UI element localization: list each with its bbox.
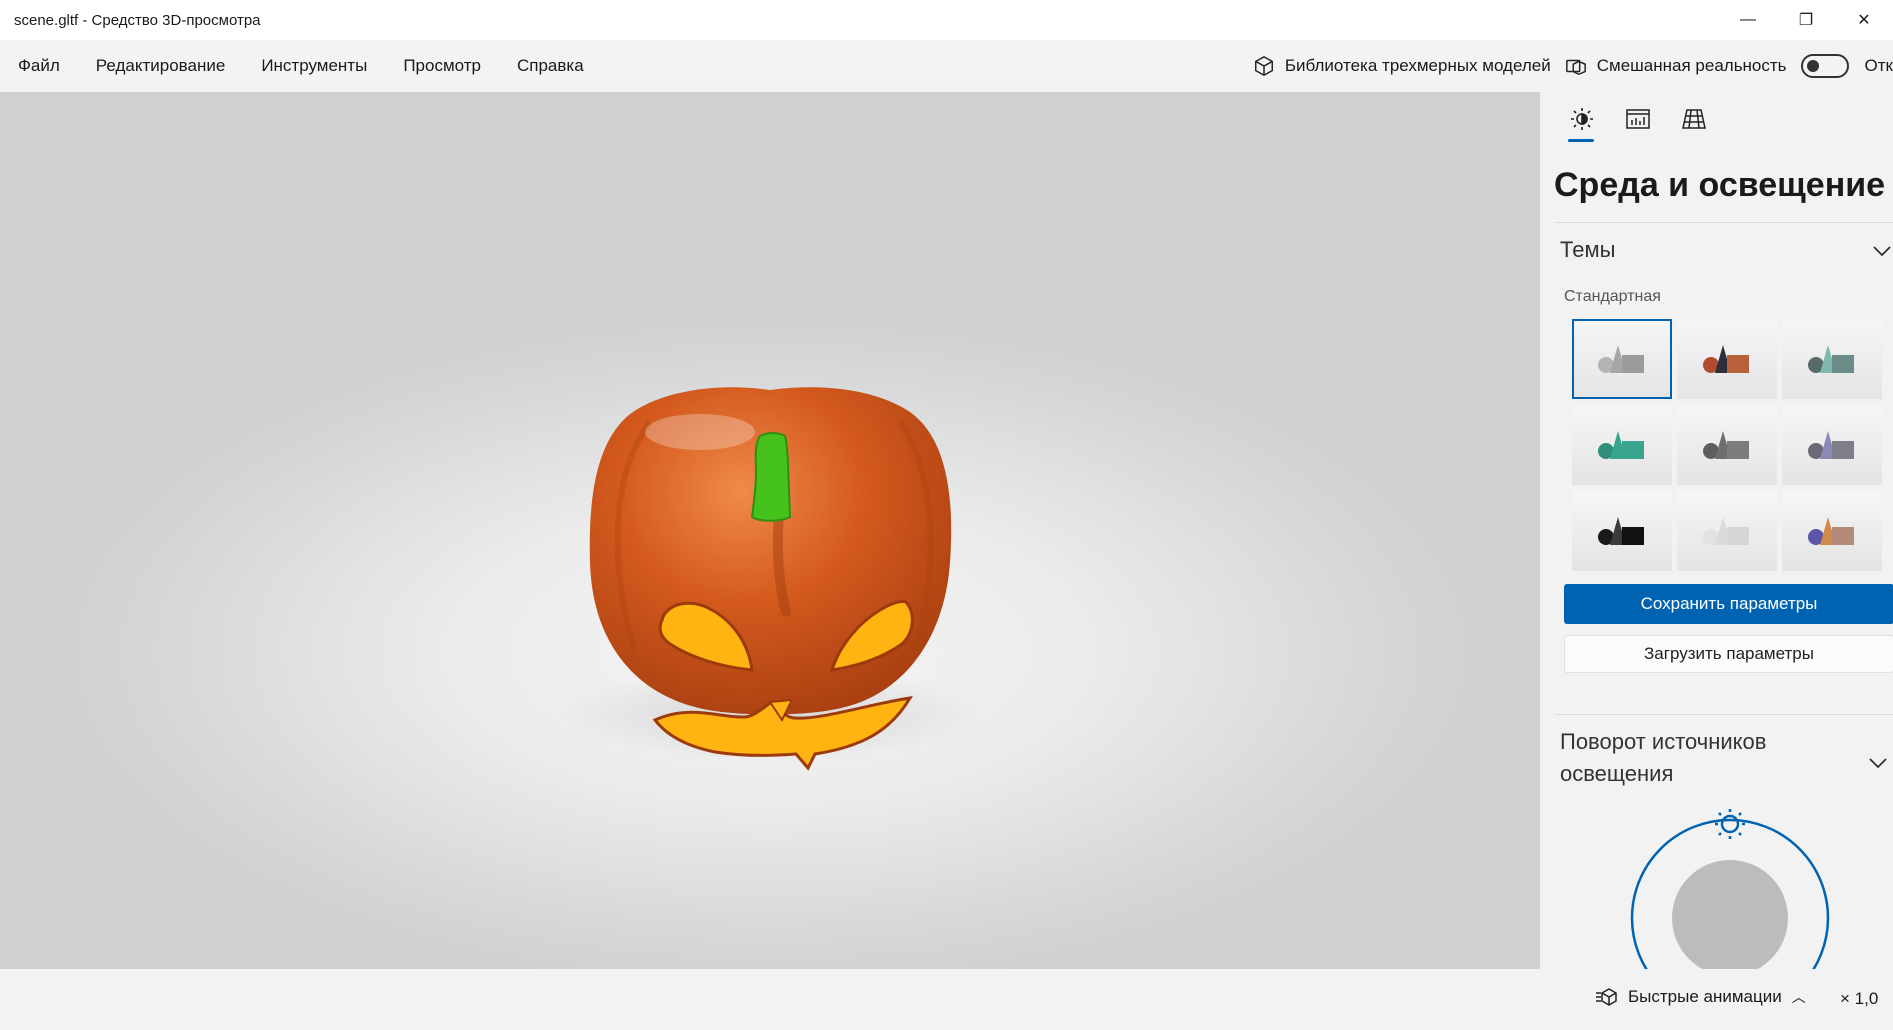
- 3d-viewport[interactable]: [0, 92, 1540, 969]
- menu-help[interactable]: Справка: [499, 56, 602, 76]
- window-controls: — ❐ ✕: [1719, 0, 1893, 40]
- minimize-button[interactable]: —: [1719, 0, 1777, 40]
- grid-icon: [1682, 109, 1706, 129]
- mixed-reality-toggle[interactable]: [1800, 54, 1849, 78]
- chevron-down-icon[interactable]: [1868, 756, 1888, 770]
- menu-tools[interactable]: Инструменты: [243, 56, 385, 76]
- divider: [1554, 222, 1893, 223]
- theme-green[interactable]: [1572, 405, 1672, 485]
- save-settings-button[interactable]: Сохранить параметры: [1564, 584, 1893, 624]
- themes-section-title: Темы: [1560, 237, 1616, 262]
- theme-preview-icon: [1703, 345, 1749, 373]
- restore-button[interactable]: ❐: [1777, 0, 1835, 40]
- theme-gray[interactable]: [1677, 405, 1777, 485]
- themes-section-header[interactable]: Темы: [1560, 234, 1891, 266]
- pumpkin-stem: [750, 432, 792, 522]
- mixed-reality-button[interactable]: Смешанная реальность: [1565, 55, 1787, 77]
- theme-preview-icon: [1598, 431, 1644, 459]
- menu-file[interactable]: Файл: [0, 56, 78, 76]
- divider: [1554, 714, 1893, 715]
- theme-sunset[interactable]: [1782, 491, 1882, 571]
- quick-animations-label: Быстрые анимации: [1628, 987, 1782, 1006]
- status-bar: Быстрые анимации ︿ × 1,0: [0, 969, 1893, 1030]
- 3d-library-button[interactable]: Библиотека трехмерных моделей: [1253, 55, 1551, 77]
- light-rotation-dial[interactable]: [1620, 806, 1840, 969]
- playback-speed[interactable]: × 1,0: [1840, 989, 1878, 1009]
- theme-preview-icon: [1808, 517, 1854, 545]
- theme-light[interactable]: [1677, 491, 1777, 571]
- lighting-icon: [1571, 108, 1593, 130]
- pumpkin-highlight: [645, 414, 755, 450]
- sun-handle-icon[interactable]: [1715, 809, 1745, 839]
- load-settings-button[interactable]: Загрузить параметры: [1564, 635, 1893, 673]
- theme-black[interactable]: [1572, 491, 1672, 571]
- theme-standard[interactable]: [1572, 319, 1672, 399]
- toggle-state-label: Отк: [1864, 56, 1893, 75]
- theme-dark-copper[interactable]: [1677, 319, 1777, 399]
- environment-panel: Среда и освещение Темы Стандартная Сохра…: [1540, 92, 1893, 969]
- tab-lighting[interactable]: [1554, 106, 1610, 146]
- stats-icon: [1626, 109, 1650, 129]
- light-rotation-section-title: Поворот источников освещения: [1560, 729, 1767, 786]
- window-title: scene.gltf - Средство 3D-просмотра: [14, 11, 261, 29]
- menu-bar: Файл Редактирование Инструменты Просмотр…: [0, 40, 1893, 92]
- chevron-down-icon: [1873, 246, 1891, 257]
- chevron-up-icon: ︿: [1791, 989, 1806, 1005]
- themes-sublabel: Стандартная: [1564, 288, 1661, 305]
- title-bar: scene.gltf - Средство 3D-просмотра — ❐ ✕: [0, 0, 1893, 40]
- cube-icon: [1254, 55, 1273, 77]
- tab-grid[interactable]: [1666, 106, 1722, 146]
- panel-title: Среда и освещение: [1554, 166, 1886, 204]
- tab-statistics[interactable]: [1610, 106, 1666, 146]
- theme-preview-icon: [1808, 431, 1854, 459]
- mixed-reality-label: Смешанная реальность: [1596, 56, 1787, 75]
- theme-preview-icon: [1598, 345, 1644, 373]
- menu-edit[interactable]: Редактирование: [78, 56, 244, 76]
- theme-violet[interactable]: [1782, 405, 1882, 485]
- mixed-reality-icon: [1565, 59, 1586, 76]
- 3d-library-label: Библиотека трехмерных моделей: [1284, 56, 1551, 75]
- animation-icon: [1596, 988, 1617, 1006]
- theme-preview-icon: [1598, 517, 1644, 545]
- theme-preview-icon: [1703, 431, 1749, 459]
- panel-tabs: [1554, 106, 1722, 146]
- light-rotation-section-header[interactable]: Поворот источников освещения: [1560, 726, 1800, 790]
- theme-teal[interactable]: [1782, 319, 1882, 399]
- menu-right-group: Библиотека трехмерных моделей Смешанная …: [1253, 40, 1893, 92]
- theme-grid: [1572, 319, 1882, 571]
- quick-animations-button[interactable]: Быстрые анимации ︿: [1594, 987, 1806, 1007]
- menu-view[interactable]: Просмотр: [385, 56, 499, 76]
- theme-preview-icon: [1808, 345, 1854, 373]
- theme-preview-icon: [1703, 517, 1749, 545]
- close-button[interactable]: ✕: [1835, 0, 1893, 40]
- pumpkin-model[interactable]: [0, 92, 1540, 969]
